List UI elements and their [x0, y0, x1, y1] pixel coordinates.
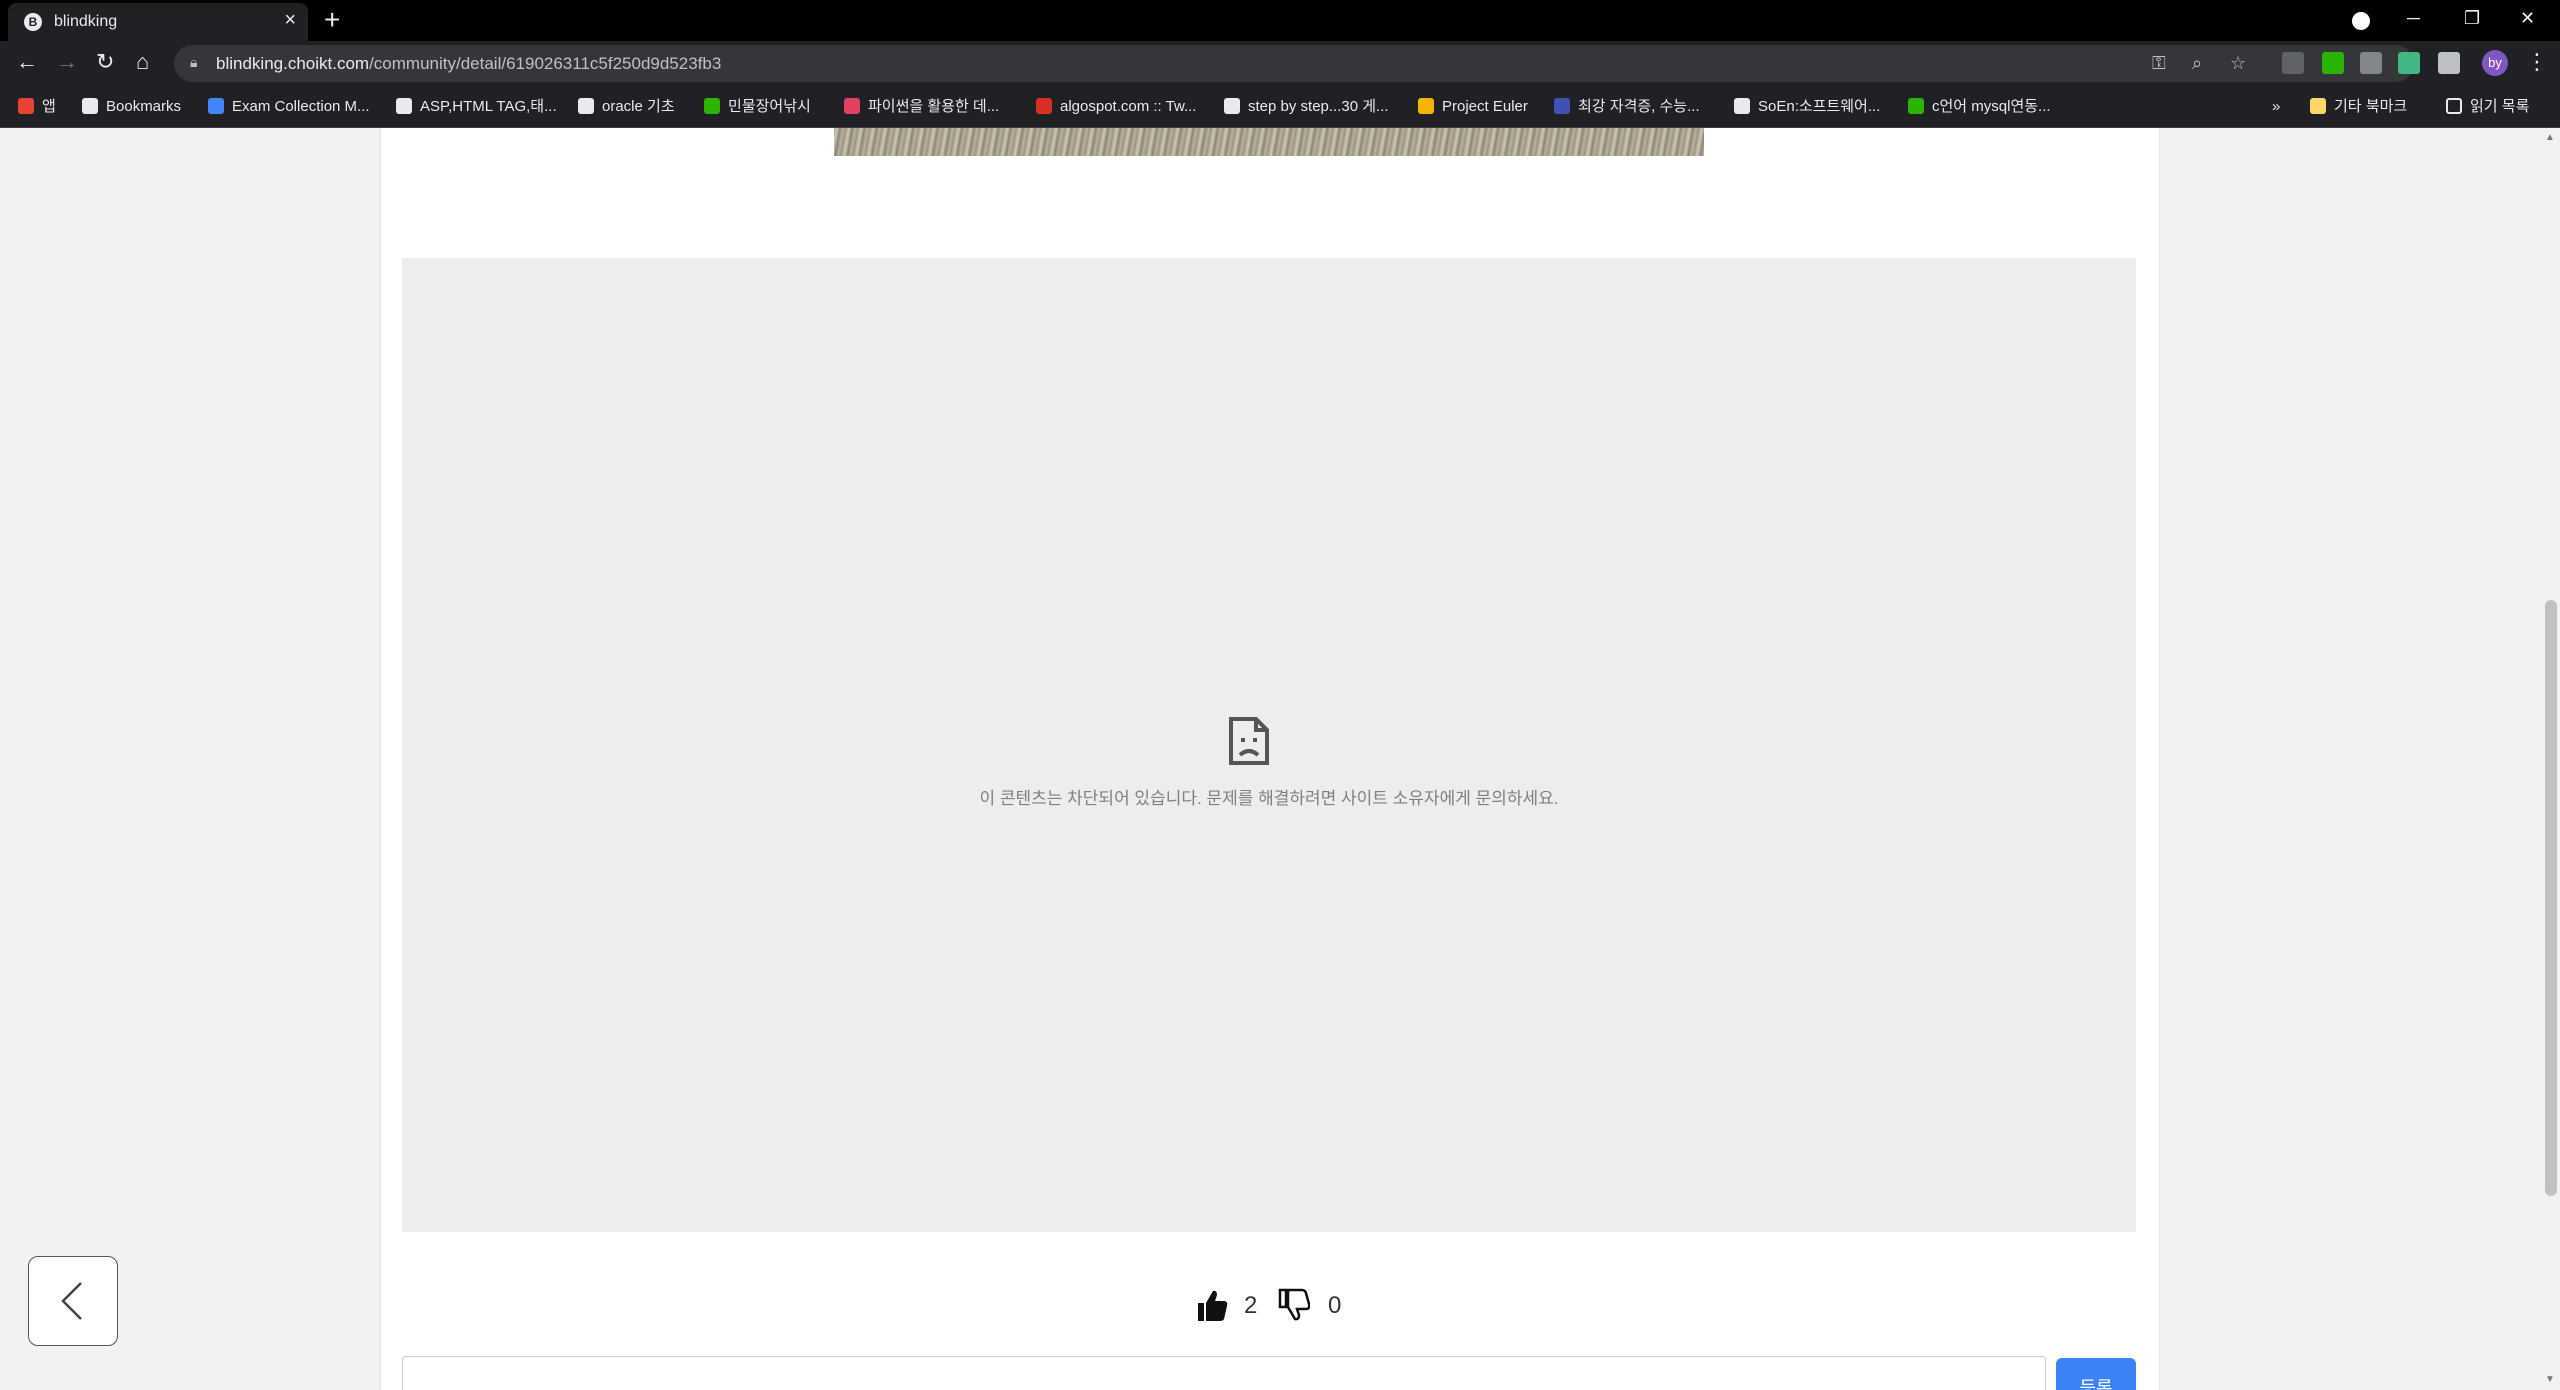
other-bookmarks-folder[interactable]: 기타 북마크: [2310, 96, 2407, 118]
bookmark-item[interactable]: ASP,HTML TAG,태...: [396, 96, 557, 118]
bookmark-item[interactable]: 파이썬을 활용한 데...: [844, 96, 999, 118]
post-image: [834, 128, 1704, 156]
globe-icon: [396, 98, 412, 114]
bookmark-label: algospot.com :: Tw...: [1060, 98, 1197, 115]
address-host: blindking.choikt.com: [216, 54, 370, 73]
bookmark-label: ASP,HTML TAG,태...: [420, 98, 557, 115]
globe-icon: [1734, 98, 1750, 114]
bookmark-favicon-icon: [844, 98, 860, 114]
extension-icon[interactable]: [2322, 52, 2344, 74]
extension-icon[interactable]: [2360, 52, 2382, 74]
chevron-left-icon: [61, 1282, 82, 1320]
forward-arrow-icon[interactable]: →: [56, 48, 78, 76]
extensions-puzzle-icon[interactable]: [2438, 52, 2460, 74]
bookmark-label: c언어 mysql연동...: [1932, 98, 2051, 115]
scroll-down-arrow-icon[interactable]: ▼: [2545, 1374, 2555, 1385]
bookmark-favicon-icon: [1908, 98, 1924, 114]
vue-devtools-icon[interactable]: [2398, 52, 2420, 74]
minimize-icon[interactable]: ─: [2407, 6, 2420, 30]
globe-icon: [578, 98, 594, 114]
bookmark-favicon-icon: [704, 98, 720, 114]
bookmarks-overflow-button[interactable]: »: [2272, 96, 2280, 118]
bookmark-label: 앱: [42, 98, 56, 115]
dislike-count: 0: [1328, 1292, 1342, 1319]
profile-avatar[interactable]: by: [2482, 50, 2508, 76]
bookmark-item[interactable]: 최강 자격증, 수능...: [1554, 96, 1700, 118]
page-scrollbar[interactable]: ▲ ▼: [2541, 128, 2560, 1390]
page-viewport: 이 콘텐츠는 차단되어 있습니다. 문제를 해결하려면 사이트 소유자에게 문의…: [0, 128, 2560, 1390]
new-tab-icon[interactable]: +: [324, 6, 340, 34]
folder-icon: [2310, 98, 2326, 114]
bookmark-favicon-icon: [1418, 98, 1434, 114]
bookmark-label: step by step...30 게...: [1248, 98, 1389, 115]
like-count: 2: [1244, 1292, 1258, 1319]
bookmark-label: Bookmarks: [106, 98, 182, 115]
address-path: /community/detail/619026311c5f250d9d523f…: [369, 54, 722, 73]
bookmark-item[interactable]: 앱: [18, 96, 56, 118]
window-close-icon[interactable]: ✕: [2520, 6, 2535, 30]
address-bar[interactable]: 🔒︎ blindking.choikt.com/community/detail…: [174, 45, 2414, 82]
bookmark-item[interactable]: oracle 기초: [578, 96, 675, 118]
sad-document-icon: [1229, 717, 1269, 765]
restore-icon[interactable]: ❐: [2464, 6, 2480, 30]
bookmark-label: 파이썬을 활용한 데...: [868, 98, 1000, 115]
extension-icon[interactable]: [2282, 52, 2304, 74]
other-bookmarks-label: 기타 북마크: [2334, 98, 2408, 115]
blocked-content-message: 이 콘텐츠는 차단되어 있습니다. 문제를 해결하려면 사이트 소유자에게 문의…: [979, 789, 1559, 808]
apps-grid-icon: [18, 98, 34, 114]
thumbs-down-icon[interactable]: [1278, 1288, 1310, 1322]
star-icon: [82, 98, 98, 114]
comment-input[interactable]: [402, 1356, 2046, 1390]
bookmark-favicon-icon: [1036, 98, 1052, 114]
bookmark-star-icon[interactable]: ☆: [2230, 53, 2246, 74]
thumbs-up-icon[interactable]: [1196, 1288, 1228, 1322]
bookmark-item[interactable]: Bookmarks: [82, 96, 181, 118]
browser-tab[interactable]: B blindking ×: [8, 3, 308, 41]
scrollbar-thumb[interactable]: [2545, 600, 2557, 1196]
tab-favicon-icon: B: [24, 13, 42, 31]
zoom-icon[interactable]: ⌕: [2192, 53, 2202, 74]
home-icon[interactable]: ⌂: [136, 48, 149, 76]
bookmark-item[interactable]: SoEn:소프트웨어...: [1734, 96, 1880, 118]
bookmark-favicon-icon: [208, 98, 224, 114]
bookmark-item[interactable]: Exam Collection M...: [208, 96, 370, 118]
bookmark-label: SoEn:소프트웨어...: [1758, 98, 1881, 115]
tab-title: blindking: [54, 13, 118, 30]
bookmark-item[interactable]: c언어 mysql연동...: [1908, 96, 2051, 118]
bookmark-item[interactable]: Project Euler: [1418, 96, 1528, 118]
bookmark-label: 민물장어낚시: [728, 98, 811, 115]
bookmark-label: Project Euler: [1442, 98, 1528, 115]
bookmark-item[interactable]: 민물장어낚시: [704, 96, 811, 118]
browser-toolbar: ← → ↻ ⌂ 🔒︎ blindking.choikt.com/communit…: [0, 41, 2560, 86]
bookmarks-bar: 앱 Bookmarks Exam Collection M... ASP,HTM…: [0, 86, 2560, 128]
bookmark-label: Exam Collection M...: [232, 98, 370, 115]
scroll-up-arrow-icon[interactable]: ▲: [2545, 132, 2555, 143]
comment-submit-button[interactable]: 등록: [2056, 1358, 2136, 1390]
lock-icon[interactable]: 🔒︎: [190, 54, 197, 71]
bookmark-favicon-icon: [1554, 98, 1570, 114]
bookmark-item[interactable]: algospot.com :: Tw...: [1036, 96, 1196, 118]
bookmark-label: 최강 자격증, 수능...: [1578, 98, 1700, 115]
browser-tab-bar: B blindking × + ─ ❐ ✕: [0, 0, 2560, 41]
reading-list-button[interactable]: 읽기 목록: [2446, 96, 2529, 118]
address-url[interactable]: blindking.choikt.com/community/detail/61…: [216, 54, 721, 74]
browser-menu-icon[interactable]: ⋮: [2526, 50, 2548, 74]
bookmark-item[interactable]: step by step...30 게...: [1224, 96, 1389, 118]
reading-list-label: 읽기 목록: [2470, 98, 2530, 115]
tab-search-icon[interactable]: [2352, 12, 2370, 30]
tab-close-icon[interactable]: ×: [284, 10, 296, 30]
globe-icon: [1224, 98, 1240, 114]
reload-icon[interactable]: ↻: [96, 48, 114, 76]
back-arrow-icon[interactable]: ←: [16, 48, 38, 76]
back-button[interactable]: [28, 1256, 118, 1346]
bookmark-label: oracle 기초: [602, 98, 675, 115]
key-icon[interactable]: ⚿: [2152, 53, 2166, 74]
reading-list-icon: [2446, 98, 2462, 114]
